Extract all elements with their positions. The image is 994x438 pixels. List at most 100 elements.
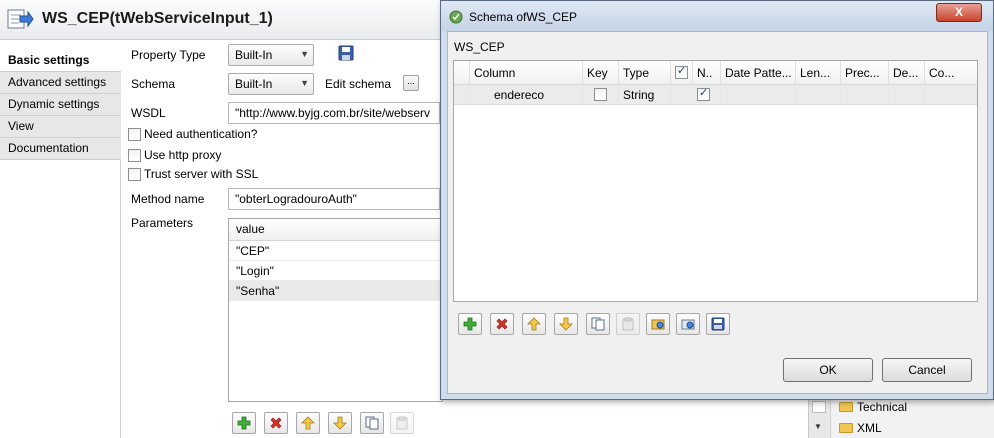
- use-http-proxy-label: Use http proxy: [144, 148, 222, 162]
- column-header-default[interactable]: De...: [889, 61, 925, 85]
- import-schema-button[interactable]: [646, 313, 670, 335]
- save-schema-button[interactable]: [706, 313, 730, 335]
- chevron-down-icon[interactable]: ▼: [814, 422, 822, 431]
- wsdl-input[interactable]: "http://www.byjg.com.br/site/webserv: [228, 102, 440, 124]
- schema-label: Schema: [131, 77, 176, 91]
- tab-advanced-settings[interactable]: Advanced settings: [0, 72, 121, 94]
- row-header-cell: [454, 61, 470, 85]
- paste-column-button[interactable]: [616, 313, 640, 335]
- tab-dynamic-settings[interactable]: Dynamic settings: [0, 94, 121, 116]
- plus-icon: [463, 317, 477, 331]
- row-handle[interactable]: [454, 85, 470, 105]
- add-column-button[interactable]: [458, 313, 482, 335]
- parameters-table[interactable]: value "CEP" "Login" "Senha": [228, 218, 444, 402]
- key-checkbox[interactable]: [594, 88, 607, 101]
- chevron-down-icon: ▼: [300, 78, 309, 88]
- schema-select[interactable]: Built-In ▼: [228, 73, 314, 95]
- scroll-thumb[interactable]: [812, 401, 826, 413]
- talend-icon: [449, 10, 463, 24]
- column-header-precision[interactable]: Prec...: [841, 61, 889, 85]
- trust-server-ssl-checkbox[interactable]: [128, 168, 141, 181]
- save-icon: [711, 317, 725, 331]
- column-header-column[interactable]: Column: [470, 61, 583, 85]
- tab-documentation[interactable]: Documentation: [0, 138, 121, 160]
- key-cell[interactable]: [583, 85, 619, 105]
- column-header-nullable[interactable]: N..: [693, 61, 721, 85]
- table-row[interactable]: endereco String: [454, 85, 977, 105]
- table-row[interactable]: "Senha": [229, 281, 444, 301]
- precision-cell[interactable]: [841, 85, 889, 105]
- folder-icon: [839, 423, 853, 433]
- paste-icon: [396, 416, 408, 430]
- nullable-cell[interactable]: [671, 85, 721, 105]
- type-cell[interactable]: String: [619, 85, 671, 105]
- column-header-type[interactable]: Type: [619, 61, 671, 85]
- default-cell[interactable]: [889, 85, 925, 105]
- nullable-checkbox[interactable]: [697, 86, 710, 101]
- tab-view[interactable]: View: [0, 116, 121, 138]
- palette-scrollbar[interactable]: ▼: [808, 395, 830, 438]
- tab-basic-settings[interactable]: Basic settings: [0, 50, 121, 72]
- import-icon: [651, 319, 665, 330]
- paste-icon: [622, 317, 634, 331]
- column-header-nullable-check[interactable]: [671, 61, 693, 85]
- date-pattern-cell[interactable]: [721, 85, 796, 105]
- edit-schema-label: Edit schema: [325, 77, 392, 91]
- paste-button[interactable]: [390, 412, 414, 434]
- column-header-key[interactable]: Key: [583, 61, 619, 85]
- palette-item-technical[interactable]: Technical: [839, 397, 907, 417]
- parameters-label: Parameters: [131, 216, 194, 230]
- export-schema-button[interactable]: [676, 313, 700, 335]
- remove-row-button[interactable]: [264, 412, 288, 434]
- arrow-up-icon: [527, 317, 541, 331]
- delete-icon: [496, 318, 508, 330]
- property-type-select[interactable]: Built-In ▼: [228, 44, 314, 66]
- need-authentication-checkbox[interactable]: [128, 128, 141, 141]
- method-name-input[interactable]: "obterLogradouroAuth": [228, 188, 440, 210]
- schema-name: WS_CEP: [454, 40, 505, 54]
- column-header-date-pattern[interactable]: Date Patte...: [721, 61, 796, 85]
- ok-button[interactable]: OK: [783, 358, 873, 382]
- table-row[interactable]: "CEP": [229, 241, 444, 261]
- copy-button[interactable]: [360, 412, 384, 434]
- plus-icon: [237, 416, 251, 430]
- copy-icon: [365, 416, 379, 430]
- use-http-proxy-checkbox[interactable]: [128, 149, 141, 162]
- select-all-checkbox[interactable]: [675, 64, 688, 79]
- save-icon[interactable]: [338, 45, 354, 61]
- schema-dialog: Schema ofWS_CEP X WS_CEP Column Key Type…: [440, 0, 994, 400]
- move-column-up-button[interactable]: [522, 313, 546, 335]
- dialog-title-bar[interactable]: Schema ofWS_CEP X: [441, 1, 993, 31]
- column-header-length[interactable]: Len...: [796, 61, 841, 85]
- length-cell[interactable]: [796, 85, 841, 105]
- schema-value: Built-In: [235, 77, 273, 91]
- comment-cell[interactable]: [925, 85, 977, 105]
- component-palette: Technical XML: [830, 395, 994, 438]
- dialog-title: Schema ofWS_CEP: [469, 10, 578, 24]
- property-type-label: Property Type: [131, 48, 206, 62]
- property-type-value: Built-In: [235, 48, 273, 62]
- palette-item-xml[interactable]: XML: [839, 418, 882, 438]
- chevron-down-icon: ▼: [300, 49, 309, 59]
- table-row[interactable]: "Login": [229, 261, 444, 281]
- add-row-button[interactable]: [232, 412, 256, 434]
- column-header-comment[interactable]: Co...: [925, 61, 977, 85]
- schema-table[interactable]: Column Key Type N.. Date Patte... Len...…: [453, 60, 978, 302]
- arrow-down-icon: [559, 317, 573, 331]
- close-button[interactable]: X: [936, 3, 982, 22]
- copy-column-button[interactable]: [586, 313, 610, 335]
- web-service-icon: [7, 9, 34, 29]
- move-up-button[interactable]: [296, 412, 320, 434]
- edit-schema-button[interactable]: ...: [403, 75, 419, 91]
- need-authentication-label: Need authentication?: [144, 127, 258, 141]
- cancel-button[interactable]: Cancel: [882, 358, 972, 382]
- arrow-up-icon: [301, 416, 315, 430]
- remove-column-button[interactable]: [490, 313, 514, 335]
- move-down-button[interactable]: [328, 412, 352, 434]
- palette-item-label: XML: [857, 421, 882, 435]
- column-name-cell[interactable]: endereco: [470, 85, 583, 105]
- settings-tab-list: Basic settings Advanced settings Dynamic…: [0, 50, 121, 438]
- schema-table-header: Column Key Type N.. Date Patte... Len...…: [454, 61, 977, 85]
- arrow-down-icon: [333, 416, 347, 430]
- move-column-down-button[interactable]: [554, 313, 578, 335]
